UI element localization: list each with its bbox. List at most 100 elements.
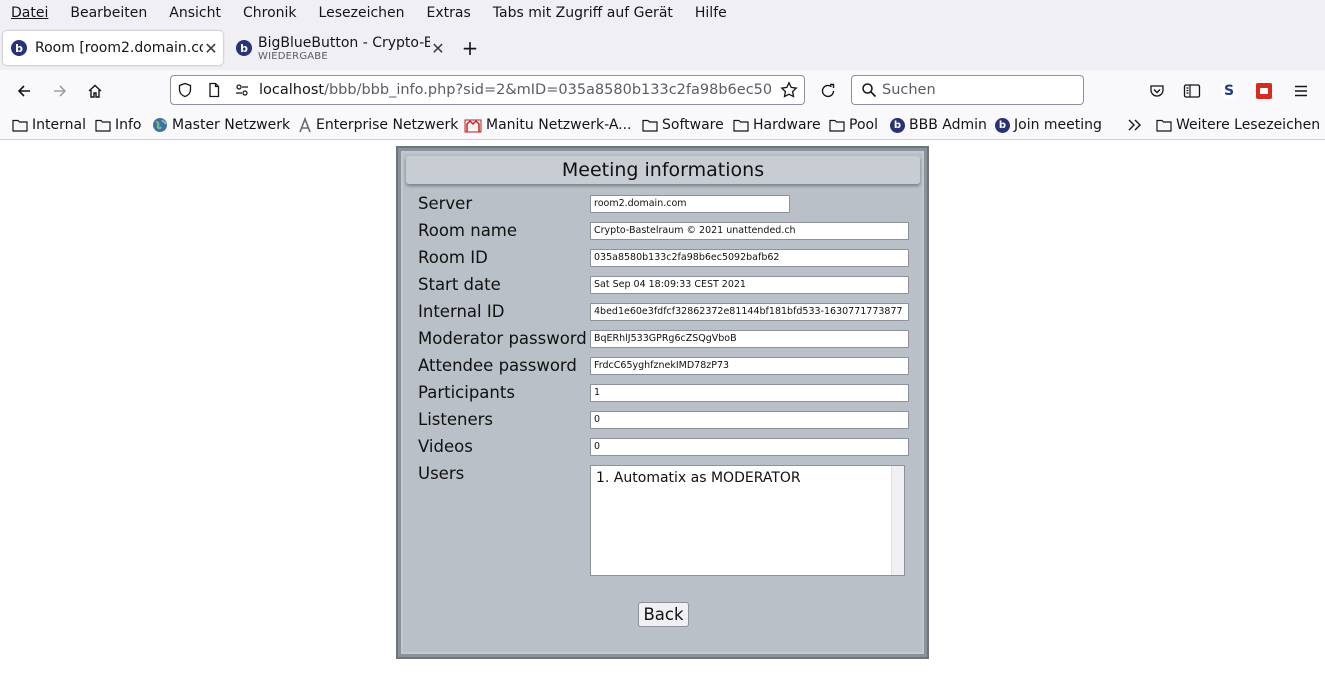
forward-arrow-icon[interactable] [47, 78, 73, 104]
tab-strip: b Room [room2.domain.co ✕ b BigBlueButto… [0, 26, 1325, 70]
tab-bigbluebutton-labels: BigBlueButton - Crypto-B WIEDERGABE [258, 35, 430, 62]
folder-icon [733, 118, 749, 132]
menu-extras[interactable]: Extras [416, 0, 482, 26]
bookmark-bbb-admin[interactable]: b BBB Admin [890, 115, 987, 135]
label-participants: Participants [418, 383, 515, 402]
folder-icon [1156, 118, 1172, 132]
page-info-icon[interactable] [206, 82, 222, 102]
menu-bar: Datei Bearbeiten Ansicht Chronik Lesezei… [0, 0, 1325, 26]
bookmark-label: Internal [32, 117, 86, 133]
bookmark-enterprise-netzwerk[interactable]: Enterprise Netzwerk [298, 115, 458, 135]
label-server: Server [418, 194, 473, 213]
folder-icon [829, 118, 845, 132]
label-videos: Videos [418, 437, 473, 456]
permissions-icon[interactable] [234, 82, 250, 102]
menu-bearbeiten[interactable]: Bearbeiten [59, 0, 158, 26]
manitu-icon [464, 117, 482, 133]
bookmark-label: Manitu Netzwerk-A... [486, 117, 632, 133]
tab-playback-label: WIEDERGABE [258, 50, 328, 62]
participants-field[interactable]: 1 [590, 384, 909, 402]
attendee-password-field[interactable]: FrdcC65yghfznekIMD78zP73 [590, 357, 909, 375]
youtube-extension-icon[interactable] [1251, 78, 1277, 104]
label-users: Users [418, 464, 465, 483]
videos-field[interactable]: 0 [590, 438, 909, 456]
menu-chronik[interactable]: Chronik [232, 0, 308, 26]
search-input[interactable]: Suchen [851, 75, 1084, 105]
menu-datei[interactable]: Datei [0, 0, 59, 26]
bookmark-star-icon[interactable] [780, 81, 798, 103]
folder-icon [12, 118, 28, 132]
bbb-favicon-icon: b [995, 117, 1010, 133]
bookmark-join-meeting[interactable]: b Join meeting [995, 115, 1102, 135]
address-bar[interactable]: localhost/bbb/bbb_info.php?sid=2&mID=035… [170, 75, 805, 105]
folder-icon [642, 118, 658, 132]
bbb-favicon-icon: b [236, 40, 252, 56]
pocket-icon[interactable] [1144, 78, 1170, 104]
back-button[interactable]: Back [638, 602, 689, 627]
url-text[interactable]: localhost/bbb/bbb_info.php?sid=2&mID=035… [259, 76, 771, 104]
users-scrollbar[interactable] [891, 466, 904, 575]
url-path: /bbb/bbb_info.php?sid=2&mID=035a8580b133… [324, 82, 771, 98]
bookmark-label: Hardware [753, 117, 821, 133]
bookmark-folder-hardware[interactable]: Hardware [733, 115, 821, 135]
enterprise-icon [298, 117, 312, 133]
server-field[interactable]: room2.domain.com [590, 195, 790, 213]
bookmark-folder-info[interactable]: Info [95, 115, 142, 135]
panel-title: Meeting informations [406, 156, 920, 184]
bookmark-folder-pool[interactable]: Pool [829, 115, 878, 135]
label-attendee-password: Attendee password [418, 356, 577, 375]
room-id-field[interactable]: 035a8580b133c2fa98b6ec5092bafb62 [590, 249, 909, 267]
navigation-bar: localhost/bbb/bbb_info.php?sid=2&mID=035… [0, 70, 1325, 111]
bookmark-label: Pool [849, 117, 878, 133]
users-textarea[interactable]: 1. Automatix as MODERATOR [590, 465, 905, 576]
bookmark-label: Software [662, 117, 724, 133]
tab-room[interactable]: b Room [room2.domain.co ✕ [3, 31, 223, 65]
menu-datei-label: Datei [11, 5, 49, 21]
bookmark-folder-weitere[interactable]: Weitere Lesezeichen [1156, 115, 1320, 135]
more-bookmarks-chevron-icon[interactable] [1127, 115, 1143, 135]
menu-tabs-geraet[interactable]: Tabs mit Zugriff auf Gerät [482, 0, 684, 26]
new-tab-button[interactable]: + [459, 36, 481, 60]
bookmark-folder-software[interactable]: Software [642, 115, 724, 135]
menu-ansicht[interactable]: Ansicht [158, 0, 232, 26]
search-icon [861, 82, 877, 102]
internal-id-field[interactable]: 4bed1e60e3fdfcf32862372e81144bf181bfd533… [590, 303, 909, 321]
label-room-id: Room ID [418, 248, 488, 267]
tab-bigbluebutton[interactable]: b BigBlueButton - Crypto-B WIEDERGABE ✕ [228, 31, 450, 65]
bookmarks-bar: Internal Info Master Netzwerk Enterprise… [0, 111, 1325, 140]
bookmark-label: Weitere Lesezeichen [1176, 117, 1321, 133]
label-moderator-password: Moderator password [418, 329, 587, 348]
bbb-favicon-icon: b [890, 117, 905, 133]
label-room-name: Room name [418, 221, 518, 240]
search-placeholder: Suchen [882, 82, 936, 98]
bookmark-label: Join meeting [1014, 117, 1102, 133]
tab-room-title: Room [room2.domain.co [35, 40, 203, 56]
home-icon[interactable] [82, 78, 108, 104]
label-start-date: Start date [418, 275, 501, 294]
bookmark-master-netzwerk[interactable]: Master Netzwerk [152, 115, 290, 135]
tab-bigbluebutton-title: BigBlueButton - Crypto-B [258, 34, 430, 51]
s-extension-icon[interactable]: S [1216, 78, 1242, 104]
hamburger-menu-icon[interactable] [1288, 78, 1314, 104]
globe-icon [152, 117, 168, 133]
tracking-shield-icon[interactable] [177, 82, 193, 102]
menu-lesezeichen[interactable]: Lesezeichen [308, 0, 416, 26]
menu-hilfe[interactable]: Hilfe [684, 0, 738, 26]
users-text: 1. Automatix as MODERATOR [596, 470, 801, 486]
bookmark-manitu-netzwerk[interactable]: Manitu Netzwerk-A... [464, 115, 632, 135]
close-tab-icon[interactable]: ✕ [203, 39, 219, 58]
start-date-field[interactable]: Sat Sep 04 18:09:33 CEST 2021 [590, 276, 909, 294]
meeting-info-panel: Meeting informations Server room2.domain… [396, 146, 929, 659]
folder-icon [95, 118, 111, 132]
room-name-field[interactable]: Crypto-Bastelraum © 2021 unattended.ch [590, 222, 909, 240]
close-tab-icon[interactable]: ✕ [430, 39, 446, 58]
listeners-field[interactable]: 0 [590, 411, 909, 429]
label-listeners: Listeners [418, 410, 493, 429]
bookmark-folder-internal[interactable]: Internal [12, 115, 86, 135]
back-arrow-icon[interactable] [11, 78, 37, 104]
moderator-password-field[interactable]: BqERhlJ533GPRg6cZSQgVboB [590, 330, 909, 348]
sidebar-icon[interactable] [1179, 78, 1205, 104]
reload-icon[interactable] [815, 78, 841, 104]
bookmark-label: Info [115, 117, 142, 133]
bookmark-label: BBB Admin [909, 117, 987, 133]
